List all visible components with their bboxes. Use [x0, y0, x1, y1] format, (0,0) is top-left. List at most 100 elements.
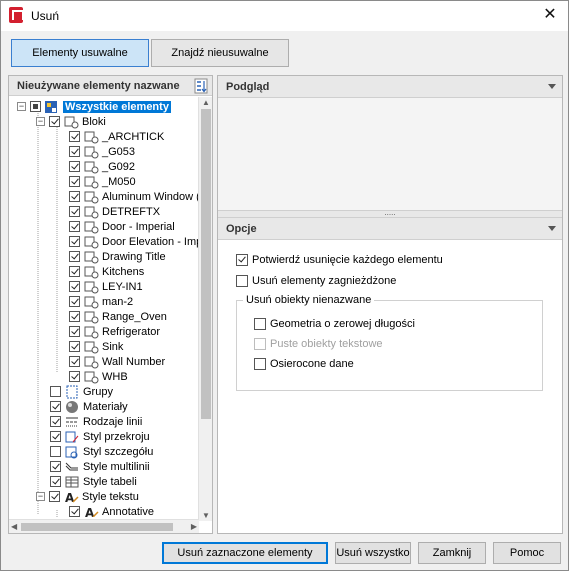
item-checkbox[interactable] — [50, 431, 61, 442]
table-style-icon — [65, 476, 79, 487]
tree-vertical-scrollbar[interactable]: ▲ ▼ — [198, 97, 212, 521]
item-checkbox[interactable] — [69, 281, 80, 292]
tree-item-block[interactable]: Refrigerator — [69, 324, 160, 339]
panel-splitter[interactable]: ..... — [218, 209, 562, 218]
preview-header[interactable]: Podgląd — [218, 76, 562, 98]
tree-item-block[interactable]: DETREFTX — [69, 204, 160, 219]
tree-item-block[interactable]: _M050 — [69, 174, 136, 189]
tree-item-category[interactable]: Style tabeli — [50, 474, 137, 489]
item-checkbox[interactable] — [69, 341, 80, 352]
item-checkbox[interactable] — [30, 101, 41, 112]
tree-item-block[interactable]: Drawing Title — [69, 249, 166, 264]
item-checkbox[interactable] — [49, 116, 60, 127]
options-header[interactable]: Opcje — [218, 218, 562, 240]
item-checkbox[interactable] — [69, 266, 80, 277]
scroll-up-arrow-icon[interactable]: ▲ — [202, 98, 210, 107]
block-icon — [84, 311, 99, 323]
collapse-toggle-icon[interactable]: − — [17, 102, 26, 111]
item-checkbox[interactable] — [49, 491, 60, 502]
confirm-each-checkbox[interactable] — [236, 254, 248, 266]
tree-item-category[interactable]: Rodzaje linii — [50, 414, 142, 429]
tree-item-block[interactable]: Wall Number — [69, 354, 165, 369]
purge-all-button[interactable]: Usuń wszystko — [335, 542, 411, 564]
horizontal-scroll-thumb[interactable] — [21, 523, 173, 531]
zero-length-checkbox[interactable] — [254, 318, 266, 330]
preview-area — [218, 98, 562, 210]
item-checkbox[interactable] — [69, 236, 80, 247]
collapse-toggle-icon[interactable]: − — [36, 492, 45, 501]
tree-item-block[interactable]: man-2 — [69, 294, 133, 309]
item-checkbox[interactable] — [50, 461, 61, 472]
item-checkbox[interactable] — [50, 446, 61, 457]
sort-icon[interactable] — [194, 78, 208, 94]
tree-item-category[interactable]: Materiały — [50, 399, 128, 414]
tree-item-block[interactable]: Door Elevation - Impe — [69, 234, 199, 249]
item-checkbox[interactable] — [69, 131, 80, 142]
tree-item-category[interactable]: Grupy — [50, 384, 113, 399]
scroll-left-arrow-icon[interactable]: ◀ — [11, 522, 17, 531]
zero-length-option[interactable]: Geometria o zerowej długości — [254, 318, 415, 330]
item-checkbox[interactable] — [69, 191, 80, 202]
tree-item-block[interactable]: _G053 — [69, 144, 135, 159]
item-checkbox[interactable] — [69, 146, 80, 157]
tree-item-root[interactable]: − Wszystkie elementy — [17, 99, 171, 114]
close-button[interactable]: Zamknij — [418, 542, 486, 564]
item-checkbox[interactable] — [50, 476, 61, 487]
purge-checked-button[interactable]: Usuń zaznaczone elementy — [162, 542, 328, 564]
purge-nested-option[interactable]: Usuń elementy zagnieżdżone — [236, 275, 396, 287]
item-checkbox[interactable] — [69, 206, 80, 217]
tree-item-category[interactable]: Styl szczegółu — [50, 444, 153, 459]
item-checkbox[interactable] — [69, 506, 80, 517]
tree-item-block[interactable]: Range_Oven — [69, 309, 167, 324]
item-checkbox[interactable] — [50, 386, 61, 397]
orphaned-data-checkbox[interactable] — [254, 358, 266, 370]
item-checkbox[interactable] — [50, 401, 61, 412]
tab-find-non-purgeable[interactable]: Znajdź nieusuwalne — [151, 39, 289, 67]
text-style-icon: A — [65, 491, 79, 504]
item-checkbox[interactable] — [69, 221, 80, 232]
close-window-button[interactable]: ✕ — [542, 7, 558, 23]
tree-item-block[interactable]: WHB — [69, 369, 128, 384]
item-checkbox[interactable] — [69, 326, 80, 337]
tree-item-category[interactable]: − A Style tekstu — [36, 489, 139, 504]
item-checkbox[interactable] — [69, 176, 80, 187]
vertical-scroll-thumb[interactable] — [201, 109, 211, 419]
tree-horizontal-scrollbar[interactable]: ◀ ▶ — [9, 519, 199, 533]
panel-title: Nieużywane elementy nazwane — [17, 80, 180, 92]
tree-item-block[interactable]: _G092 — [69, 159, 135, 174]
tree-item-block[interactable]: Sink — [69, 339, 123, 354]
item-checkbox[interactable] — [69, 161, 80, 172]
empty-text-label: Puste obiekty tekstowe — [270, 338, 383, 350]
tree-item-label: Grupy — [83, 385, 113, 398]
tree-item-label: _G092 — [102, 160, 136, 173]
item-checkbox[interactable] — [69, 251, 80, 262]
tree-item-blocks[interactable]: − Bloki — [36, 114, 106, 129]
tree-item-block[interactable]: Kitchens — [69, 264, 144, 279]
block-icon — [84, 251, 99, 263]
tree-item-category[interactable]: Style multilinii — [50, 459, 150, 474]
purge-nested-checkbox[interactable] — [236, 275, 248, 287]
collapse-caret-icon[interactable] — [548, 226, 556, 231]
orphaned-data-option[interactable]: Osierocone dane — [254, 358, 354, 370]
collapse-caret-icon[interactable] — [548, 84, 556, 89]
item-checkbox[interactable] — [69, 356, 80, 367]
item-checkbox[interactable] — [69, 371, 80, 382]
item-checkbox[interactable] — [50, 416, 61, 427]
confirm-each-option[interactable]: Potwierdź usunięcie każdego elementu — [236, 254, 443, 266]
tree-item-label: _M050 — [102, 175, 136, 188]
purge-tree: − Wszystkie elementy − Bloki _ARCHTICK _G053 _… — [9, 97, 199, 517]
help-button[interactable]: Pomoc — [493, 542, 561, 564]
item-checkbox[interactable] — [69, 311, 80, 322]
tab-purgeable-items[interactable]: Elementy usuwalne — [11, 39, 149, 67]
scroll-right-arrow-icon[interactable]: ▶ — [191, 522, 197, 531]
item-checkbox[interactable] — [69, 296, 80, 307]
tree-item-block[interactable]: LEY-IN1 — [69, 279, 143, 294]
tree-item-text-style[interactable]: A Annotative — [69, 504, 154, 517]
collapse-toggle-icon[interactable]: − — [36, 117, 45, 126]
tree-item-category[interactable]: Styl przekroju — [50, 429, 150, 444]
scroll-down-arrow-icon[interactable]: ▼ — [202, 511, 210, 520]
block-icon — [84, 236, 99, 248]
tree-item-block[interactable]: Door - Imperial — [69, 219, 175, 234]
tree-item-block[interactable]: _ARCHTICK — [69, 129, 164, 144]
tree-item-block[interactable]: Aluminum Window (El — [69, 189, 199, 204]
